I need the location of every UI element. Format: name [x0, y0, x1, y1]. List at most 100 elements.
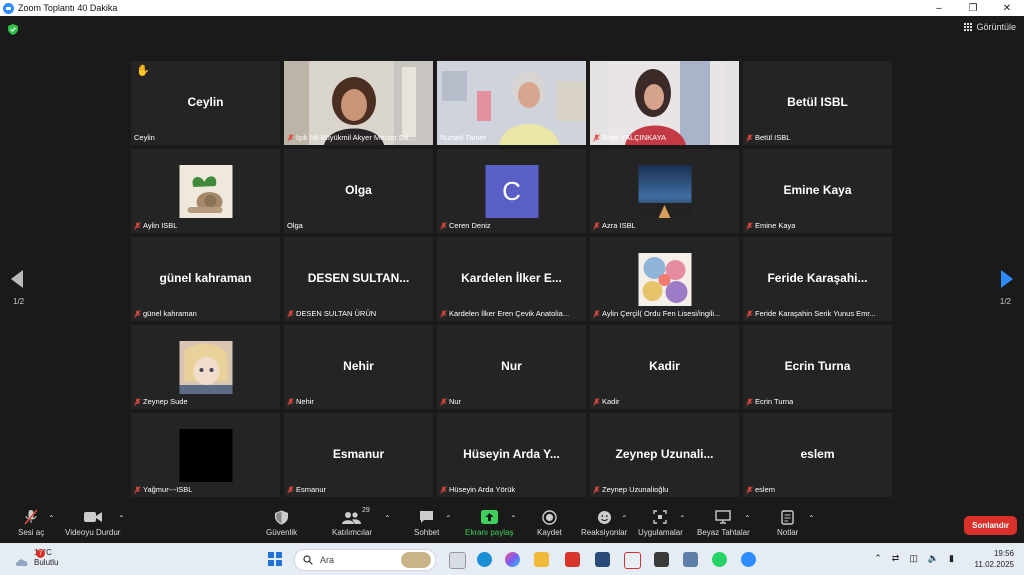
whatsapp-icon[interactable]: [712, 552, 727, 567]
apps-options-caret-icon[interactable]: ⌃: [679, 514, 686, 523]
record-icon: [539, 509, 559, 525]
view-button[interactable]: Görüntüle: [964, 22, 1016, 32]
participant-tile[interactable]: Zeynep Uzunali... Zeynep Uzunalioğlu: [590, 413, 739, 497]
participant-avatar: [179, 165, 232, 218]
participant-name-label: Nehir: [287, 397, 314, 406]
participant-tile[interactable]: Hüseyin Arda Y... Hüseyin Arda Yörük: [437, 413, 586, 497]
weather-widget[interactable]: 7 12°C Bulutlu: [14, 548, 58, 568]
participant-tile[interactable]: Olga Olga: [284, 149, 433, 233]
file-explorer-icon[interactable]: [534, 552, 549, 567]
chat-label: Sohbet: [414, 528, 440, 537]
network-activity-icon[interactable]: ⇄: [892, 553, 900, 564]
video-options-caret-icon[interactable]: ⌃: [118, 514, 125, 523]
raised-hand-icon: ✋: [136, 65, 150, 77]
participant-name-label: DESEN SULTAN ÜRÜN: [287, 309, 376, 318]
muted-mic-icon: [593, 397, 600, 406]
taskbar-clock[interactable]: 19:56 11.02.2025: [975, 548, 1014, 570]
apps-button[interactable]: Uygulamalar: [638, 509, 683, 537]
whiteboards-button[interactable]: Beyaz Tahtalar: [697, 509, 750, 537]
participant-tile[interactable]: Işık Nil Büyükmil Akyer Mersin Sili...: [284, 61, 433, 145]
security-shield-icon[interactable]: [8, 24, 18, 35]
notes-options-caret-icon[interactable]: ⌃: [808, 514, 815, 523]
muted-mic-icon: [746, 309, 753, 318]
participant-tile[interactable]: Emine Kaya Emine Kaya: [743, 149, 892, 233]
participant-tile[interactable]: Ecrin Turna Ecrin Turna: [743, 325, 892, 409]
participant-tile[interactable]: eslem eslem: [743, 413, 892, 497]
copilot-icon[interactable]: [505, 552, 520, 567]
participant-name-label: Ceren Deniz: [440, 221, 491, 230]
weather-desc: Bulutlu: [34, 558, 59, 567]
participants-label: Katılımcılar: [332, 528, 373, 537]
unmute-button[interactable]: Sesi aç: [18, 509, 44, 537]
tray-expand-caret-icon[interactable]: ⌃: [874, 553, 882, 564]
participant-display-name: Ceylin: [187, 95, 224, 109]
speaker-icon[interactable]: 🔈: [928, 553, 939, 564]
participant-name: Nehir: [296, 397, 314, 406]
participant-tile[interactable]: Zeynep Sude: [131, 325, 280, 409]
record-button[interactable]: Kaydet: [537, 509, 562, 537]
participant-tile[interactable]: Betül ISBL Betül ISBL: [743, 61, 892, 145]
participant-tile[interactable]: ✋ Ceylin Ceylin: [131, 61, 280, 145]
python-editor-icon[interactable]: [595, 552, 610, 567]
participant-name: Esmanur: [296, 485, 327, 494]
muted-mic-icon: [440, 485, 447, 494]
participant-tile[interactable]: Aylin ISBL: [131, 149, 280, 233]
participant-tile[interactable]: Nur Nur: [437, 325, 586, 409]
participant-display-name: günel kahraman: [159, 271, 252, 285]
participant-tile[interactable]: günel kahraman günel kahraman: [131, 237, 280, 321]
participant-display-name: eslem: [800, 447, 835, 461]
participant-tile[interactable]: Esmanur Esmanur: [284, 413, 433, 497]
muted-mic-icon: [593, 485, 600, 494]
audio-options-caret-icon[interactable]: ⌃: [48, 514, 55, 523]
previous-page-arrow-icon[interactable]: [11, 270, 23, 288]
security-button[interactable]: Güvenlik: [266, 509, 297, 537]
participant-tile[interactable]: Feride Karaşahi... Feride Karaşahin Serik…: [743, 237, 892, 321]
muted-mic-icon: [134, 309, 141, 318]
share-screen-button[interactable]: Ekranı paylaş: [465, 509, 513, 537]
taskbar-search-box[interactable]: Ara: [294, 549, 436, 571]
windows-start-icon[interactable]: [268, 552, 282, 566]
participant-name: Aylin ISBL: [143, 221, 178, 230]
chat-options-caret-icon[interactable]: ⌃: [445, 514, 452, 523]
participant-tile[interactable]: DESEN SULTAN... DESEN SULTAN ÜRÜN: [284, 237, 433, 321]
reactions-options-caret-icon[interactable]: ⌃: [621, 514, 628, 523]
participant-name-label: Ecrin Turna: [746, 397, 793, 406]
muted-mic-icon: [746, 133, 753, 142]
participant-tile[interactable]: Kadir Kadir: [590, 325, 739, 409]
participant-tile[interactable]: Yağmur---ISBL: [131, 413, 280, 497]
edge-browser-icon[interactable]: [477, 552, 492, 567]
whiteboards-options-caret-icon[interactable]: ⌃: [744, 514, 751, 523]
restore-button[interactable]: ❐: [956, 0, 990, 16]
participant-tile[interactable]: Kardelen İlker E... Kardelen İlker Eren Ç…: [437, 237, 586, 321]
participant-name: Zeynep Uzunalioğlu: [602, 485, 669, 494]
notes-button[interactable]: Notlar: [777, 509, 798, 537]
participant-tile[interactable]: Azra ISBL: [590, 149, 739, 233]
wifi-icon[interactable]: ◫: [909, 553, 918, 564]
participants-button[interactable]: 29 Katılımcılar: [332, 507, 373, 537]
next-page-arrow-icon[interactable]: [1001, 270, 1013, 288]
share-options-caret-icon[interactable]: ⌃: [510, 514, 517, 523]
participant-tile[interactable]: Bilge YALÇINKAYA: [590, 61, 739, 145]
minimize-button[interactable]: –: [922, 0, 956, 16]
participant-tile[interactable]: C Ceren Deniz: [437, 149, 586, 233]
participant-name: Ceylin: [134, 133, 155, 142]
muted-mic-icon: [134, 221, 141, 230]
zoom-taskbar-icon[interactable]: [741, 552, 756, 567]
participant-display-name: Olga: [345, 183, 372, 197]
stop-video-button[interactable]: Videoyu Durdur: [65, 509, 120, 537]
close-button[interactable]: ✕: [990, 0, 1024, 16]
participant-tile[interactable]: Nehir Nehir: [284, 325, 433, 409]
participants-options-caret-icon[interactable]: ⌃: [384, 514, 391, 523]
calculator-icon[interactable]: [683, 552, 698, 567]
end-meeting-button[interactable]: Sonlandır: [964, 516, 1017, 535]
acrobat-icon[interactable]: [565, 552, 580, 567]
participant-tile[interactable]: Aylin Çerçil( Ordu Fen Lisesi/ingili...: [590, 237, 739, 321]
battery-icon[interactable]: ▮: [949, 553, 954, 564]
participant-name-label: Yağmur---ISBL: [134, 485, 192, 494]
participant-name-label: Hüseyin Arda Yörük: [440, 485, 515, 494]
chat-button[interactable]: Sohbet: [414, 509, 439, 537]
mail-icon[interactable]: [624, 552, 641, 569]
task-view-icon[interactable]: [449, 552, 466, 569]
media-player-icon[interactable]: [654, 552, 669, 567]
participant-tile[interactable]: Nurseli Tamer: [437, 61, 586, 145]
